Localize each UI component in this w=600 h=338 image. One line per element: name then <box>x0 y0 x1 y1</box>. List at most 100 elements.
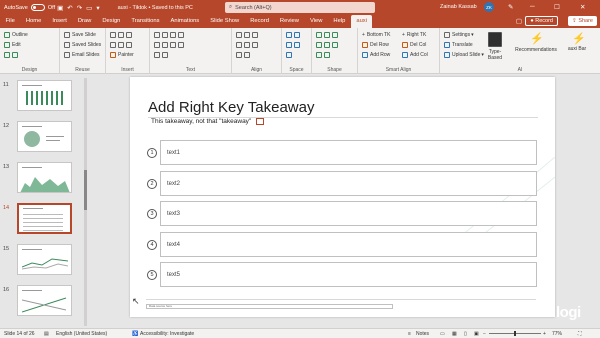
slide-subtitle[interactable]: This takeaway, not that "takeaway" <box>151 118 265 125</box>
calendar-icon[interactable] <box>256 118 265 125</box>
thumbnail-slide-13[interactable]: 13 <box>0 162 90 200</box>
tab-view[interactable]: View <box>304 15 327 28</box>
save-icon[interactable]: ▣ <box>57 4 63 12</box>
tab-home[interactable]: Home <box>20 15 46 28</box>
zoom-out-icon[interactable]: − <box>483 331 486 337</box>
item-box-3[interactable]: text3 <box>160 201 537 226</box>
shape-row-3[interactable] <box>316 52 332 58</box>
record-button[interactable]: ● Record <box>525 16 558 26</box>
align-row-3[interactable] <box>236 52 252 58</box>
space-row-2[interactable] <box>286 42 302 48</box>
del-row-button[interactable]: Del Row <box>362 42 389 48</box>
fit-slide-icon[interactable]: ⛶ <box>578 331 582 337</box>
design-tools-row[interactable] <box>4 52 20 58</box>
tab-record[interactable]: Record <box>245 15 275 28</box>
space-row-1[interactable] <box>286 32 302 38</box>
redo-icon[interactable]: ↷ <box>77 4 82 12</box>
shape-match-icon <box>324 42 330 48</box>
settings-button[interactable]: Settings ▾ <box>444 32 474 38</box>
spellcheck-icon[interactable]: ▤ <box>44 331 49 337</box>
saved-slides-button[interactable]: Saved Slides <box>64 42 101 48</box>
translate-button[interactable]: Translate <box>444 42 473 48</box>
tab-review[interactable]: Review <box>274 15 304 28</box>
shape-row-2[interactable] <box>316 42 340 48</box>
email-slides-button[interactable]: Email Slides <box>64 52 100 58</box>
slide-sorter-icon[interactable]: ▦ <box>452 331 457 337</box>
slideshow-view-icon[interactable]: ▣ <box>474 331 479 337</box>
thumbnail-slide-16[interactable]: 16 <box>0 285 90 323</box>
accessibility-status[interactable]: Accessibility: Investigate <box>140 331 194 337</box>
tab-draw[interactable]: Draw <box>72 15 97 28</box>
zoom-in-icon[interactable]: + <box>543 331 546 337</box>
right-tk-button[interactable]: + Right TK <box>402 32 426 38</box>
normal-view-icon[interactable]: ▭ <box>440 331 445 337</box>
thumbnail-bars-graphic <box>26 91 66 105</box>
tab-file[interactable]: File <box>0 15 20 28</box>
bottom-tk-button[interactable]: + Bottom TK <box>362 32 390 38</box>
type-based-button[interactable]: Type-Based <box>484 30 506 64</box>
thumbnail-area-graphic <box>20 177 70 192</box>
recommendations-button[interactable]: ⚡ Recommendations <box>510 30 562 64</box>
document-title[interactable]: auxi - Tiktok • Saved to this PC <box>118 5 193 11</box>
item-box-5[interactable]: text5 <box>160 262 537 287</box>
tab-help[interactable]: Help <box>328 15 351 28</box>
tab-transitions[interactable]: Transitions <box>126 15 165 28</box>
zoom-level[interactable]: 77% <box>552 331 562 337</box>
data-source-box[interactable]: Data source here <box>146 304 393 309</box>
outline-button[interactable]: Outline <box>4 32 28 38</box>
tab-slide-show[interactable]: Slide Show <box>205 15 245 28</box>
text-row-1[interactable] <box>154 32 186 38</box>
text-row-3[interactable] <box>154 52 170 58</box>
group-align: Align <box>232 28 282 74</box>
space-row-3[interactable] <box>286 52 294 58</box>
pen-icon[interactable]: ✎ <box>508 3 513 11</box>
align-row-2[interactable] <box>236 42 260 48</box>
save-slide-button[interactable]: Save Slide <box>64 32 96 38</box>
zoom-slider-handle[interactable] <box>514 331 516 336</box>
tab-design[interactable]: Design <box>97 15 126 28</box>
autosave-toggle[interactable] <box>30 4 45 11</box>
notes-button[interactable]: Notes <box>416 331 429 337</box>
language-indicator[interactable]: English (United States) <box>56 331 107 337</box>
add-row-button[interactable]: Add Row <box>362 52 390 58</box>
auxi-bar-button[interactable]: ⚡ auxi Bar <box>564 30 590 64</box>
maximize-icon[interactable]: ☐ <box>554 3 560 11</box>
painter-button[interactable]: Painter <box>110 52 134 58</box>
item-box-1[interactable]: text1 <box>160 140 537 165</box>
edit-button[interactable]: Edit <box>4 42 21 48</box>
plus-icon: + <box>362 32 365 38</box>
thumbnail-slide-15[interactable]: 15 <box>0 244 90 282</box>
comment-icon[interactable]: ▢ <box>516 17 522 25</box>
add-col-button[interactable]: Add Col <box>402 52 428 58</box>
tab-insert[interactable]: Insert <box>47 15 73 28</box>
undo-icon[interactable]: ↶ <box>67 4 72 12</box>
save-slide-icon <box>64 32 70 38</box>
customize-qat-icon[interactable]: ▾ <box>96 4 99 12</box>
reading-view-icon[interactable]: ▯ <box>464 331 467 337</box>
close-icon[interactable]: ✕ <box>580 3 585 11</box>
tab-animations[interactable]: Animations <box>165 15 205 28</box>
item-box-4[interactable]: text4 <box>160 232 537 257</box>
avatar[interactable]: ZK <box>484 2 494 12</box>
thumbnail-scrollbar-thumb[interactable] <box>84 170 87 210</box>
tab-auxi[interactable]: auxi <box>350 15 373 28</box>
thumbnail-slide-11[interactable]: 11 <box>0 80 90 118</box>
right-tk-label: Right TK <box>406 32 427 38</box>
insert-row-2[interactable] <box>110 42 134 48</box>
thumbnail-slide-12[interactable]: 12 <box>0 121 90 159</box>
align-row-1[interactable] <box>236 32 260 38</box>
insert-row-1[interactable] <box>110 32 134 38</box>
align-center-icon <box>162 42 168 48</box>
item-box-2[interactable]: text2 <box>160 171 537 196</box>
upload-slide-button[interactable]: Upload Slide ▾ <box>444 52 484 58</box>
present-icon[interactable]: ▭ <box>86 4 92 12</box>
thumbnail-slide-14[interactable]: 14 <box>0 203 90 241</box>
shape-row-1[interactable] <box>316 32 340 38</box>
search-box[interactable]: ⌕ Search (Alt+Q) <box>225 2 375 13</box>
text-row-2[interactable] <box>154 42 186 48</box>
minimize-icon[interactable]: ─ <box>530 3 535 10</box>
slide-title[interactable]: Add Right Key Takeaway <box>148 99 315 116</box>
del-col-button[interactable]: Del Col <box>402 42 426 48</box>
slide-canvas[interactable]: Add Right Key Takeaway This takeaway, no… <box>130 77 555 317</box>
share-button[interactable]: ⇪ Share <box>568 16 597 26</box>
